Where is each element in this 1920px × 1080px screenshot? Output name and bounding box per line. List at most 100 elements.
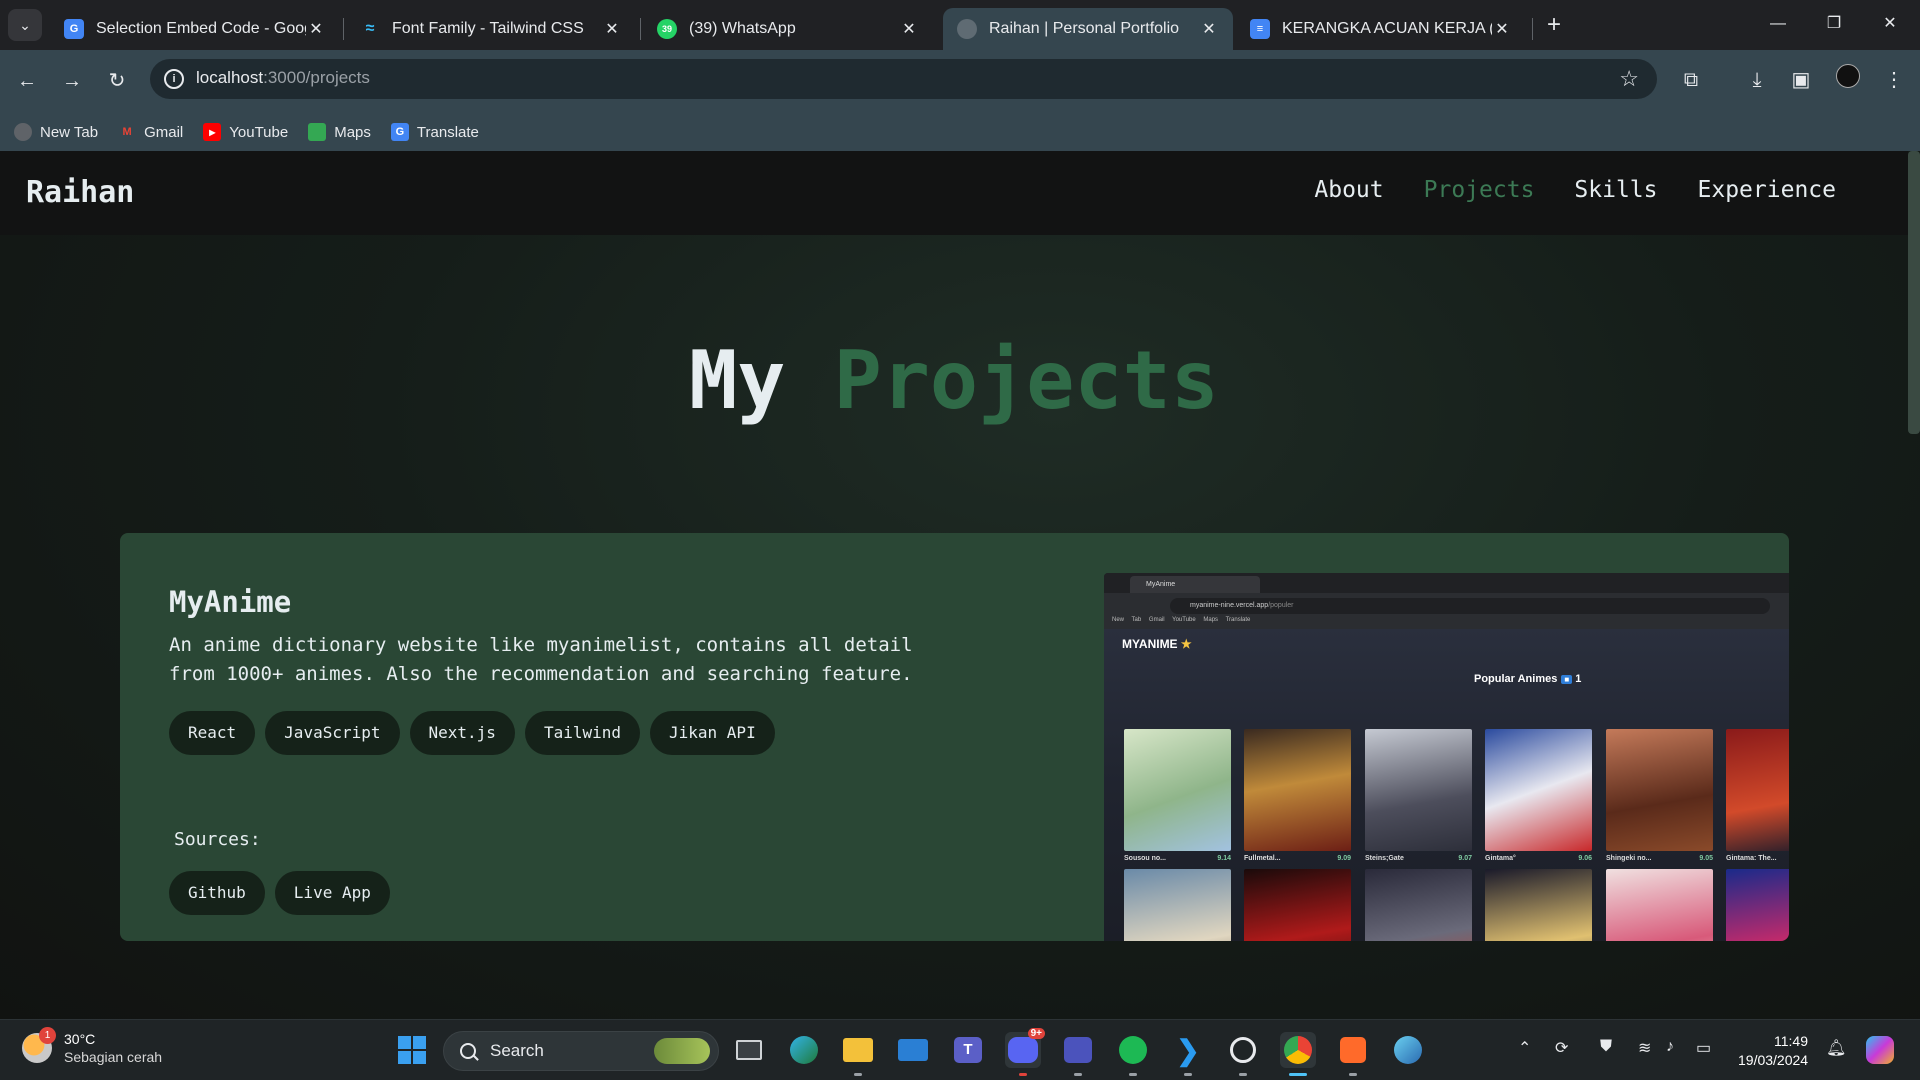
minimize-button[interactable]: — [1750, 8, 1806, 40]
site-nav-links: About Projects Skills Experience [1314, 177, 1836, 203]
browser-tab[interactable]: ≡ KERANGKA ACUAN KERJA (TERI ✕ [1236, 8, 1526, 50]
anime-caption: Shingeki no... 9.05 [1606, 855, 1713, 862]
discord-icon[interactable]: 9+ [1005, 1028, 1045, 1076]
file-explorer-icon[interactable] [840, 1032, 876, 1076]
chrome-icon[interactable] [1280, 1032, 1316, 1076]
weather-widget[interactable]: 1 30°C Sebagian cerah [22, 1027, 162, 1066]
windows-start-icon[interactable] [394, 1032, 430, 1068]
close-icon[interactable]: ✕ [1492, 19, 1512, 39]
browser-tab-active[interactable]: Raihan | Personal Portfolio ✕ [943, 8, 1233, 50]
anime-poster [1124, 869, 1231, 941]
bookmark-star-icon[interactable]: ☆ [1619, 66, 1639, 92]
restore-button[interactable]: ❐ [1806, 8, 1862, 40]
preview-toolbar: myanime-nine.vercel.app/populer New Tab … [1104, 593, 1789, 629]
github-link[interactable]: Github [169, 871, 265, 915]
download-icon[interactable]: ⤓ [1741, 64, 1773, 96]
close-icon[interactable]: ✕ [306, 19, 326, 39]
preview-url-path: /populer [1268, 602, 1294, 609]
obs-icon[interactable] [1225, 1032, 1261, 1076]
browser-toolbar: ← → ↻ i localhost:3000/projects ☆ ⧉ ⤓ ▣ … [0, 50, 1920, 158]
star-icon: ★ [1180, 637, 1192, 651]
preview-page-number: 1 [1575, 673, 1582, 685]
volume-icon[interactable]: ♪ [1666, 1038, 1674, 1056]
live-app-link[interactable]: Live App [274, 871, 390, 915]
wifi-icon[interactable]: ≋ [1638, 1038, 1651, 1058]
maps-icon [308, 123, 327, 141]
address-bar[interactable]: i localhost:3000/projects ☆ [150, 59, 1657, 99]
mail-icon[interactable] [895, 1032, 931, 1068]
browser-tab[interactable]: 39 (39) WhatsApp ✕ [643, 8, 933, 50]
extensions-icon[interactable]: ⧉ [1675, 64, 1707, 96]
teams-new-icon[interactable] [1060, 1032, 1096, 1076]
tab-title: Raihan | Personal Portfolio [989, 20, 1180, 37]
anime-name: Gintama: The... [1726, 855, 1777, 862]
anime-poster [1365, 729, 1472, 851]
browser-tab[interactable]: ≈ Font Family - Tailwind CSS ✕ [346, 8, 636, 50]
notification-bell-icon[interactable]: 🔔︎ [1826, 1038, 1846, 1058]
site-info-icon[interactable]: i [164, 69, 184, 89]
browser-app-icon[interactable] [1390, 1032, 1426, 1068]
anime-poster [1365, 869, 1472, 941]
vscode-icon[interactable]: ❯ [1170, 1032, 1206, 1076]
copilot-icon[interactable] [1862, 1032, 1898, 1068]
bookmark-maps[interactable]: Maps [308, 123, 371, 141]
project-screenshot: MyAnime myanime-nine.vercel.app/populer … [1104, 573, 1789, 941]
weather-description: Sebagian cerah [64, 1049, 163, 1065]
side-panel-icon[interactable]: ▣ [1785, 64, 1817, 96]
close-window-button[interactable]: ✕ [1862, 8, 1918, 40]
close-icon[interactable]: ✕ [602, 19, 622, 39]
anime-name: Gintama° [1485, 855, 1516, 862]
anime-caption: Gintama° 9.06 [1485, 855, 1592, 862]
tab-title: KERANGKA ACUAN KERJA (TERI [1282, 20, 1492, 37]
bookmark-translate[interactable]: G Translate [390, 123, 479, 141]
tech-chip: JavaScript [265, 711, 400, 755]
browser-tab[interactable]: G Selection Embed Code - Google ✕ [50, 8, 340, 50]
anime-poster [1124, 729, 1231, 851]
url-path: :3000/projects [263, 68, 370, 87]
profile-avatar[interactable] [1832, 64, 1864, 96]
close-icon[interactable]: ✕ [1199, 19, 1219, 39]
menu-icon[interactable]: ⋮ [1878, 64, 1910, 96]
weather-text: 30°C Sebagian cerah [64, 1030, 162, 1066]
nav-link-experience[interactable]: Experience [1698, 177, 1836, 203]
tab-search-button[interactable]: ⌄ [8, 9, 42, 41]
gmail-icon: M [122, 126, 132, 138]
preview-page-badge: ■ [1561, 675, 1573, 684]
anime-poster [1606, 869, 1713, 941]
bookmark-gmail[interactable]: M Gmail [118, 123, 184, 141]
preview-body: MYANIME ★ Popular Animes ■ 1 Sousou no...… [1104, 629, 1789, 941]
tab-divider [640, 18, 641, 40]
search-icon [460, 1043, 476, 1059]
teams-icon[interactable]: T [950, 1032, 986, 1068]
close-icon[interactable]: ✕ [899, 19, 919, 39]
forward-button[interactable]: → [55, 64, 89, 98]
shield-icon[interactable]: ⛊ [1600, 1038, 1612, 1056]
nav-link-skills[interactable]: Skills [1574, 177, 1657, 203]
page-scrollbar[interactable] [1908, 151, 1920, 434]
site-brand[interactable]: Raihan [26, 175, 134, 210]
tab-divider [1532, 18, 1533, 40]
nav-link-projects[interactable]: Projects [1424, 177, 1535, 203]
reload-button[interactable]: ↻ [100, 64, 134, 98]
system-clock[interactable]: 11:49 19/03/2024 [1738, 1032, 1808, 1070]
battery-icon[interactable]: ▭ [1696, 1038, 1711, 1058]
new-tab-button[interactable]: + [1540, 12, 1568, 40]
bookmark-new-tab[interactable]: New Tab [14, 123, 98, 141]
back-button[interactable]: ← [10, 64, 44, 98]
anime-poster [1485, 869, 1592, 941]
sublime-icon[interactable] [1335, 1032, 1371, 1076]
bookmark-label: YouTube [229, 123, 289, 141]
show-hidden-icons[interactable]: ⌃ [1518, 1038, 1531, 1058]
bookmark-label: Gmail [144, 123, 184, 141]
spotify-icon[interactable] [1115, 1032, 1151, 1076]
task-view-icon[interactable] [731, 1032, 767, 1068]
taskbar-search-box[interactable]: Search [443, 1031, 719, 1071]
page-title: My Projects [0, 334, 1908, 427]
nav-link-about[interactable]: About [1314, 177, 1383, 203]
project-card: MyAnime An anime dictionary website like… [120, 533, 1789, 941]
sync-icon[interactable]: ⟳ [1555, 1038, 1568, 1058]
bookmark-youtube[interactable]: ▶ YouTube [203, 123, 288, 141]
url-text[interactable]: localhost:3000/projects [196, 68, 370, 88]
project-description: An anime dictionary website like myanime… [169, 634, 913, 685]
edge-icon[interactable] [786, 1032, 822, 1068]
